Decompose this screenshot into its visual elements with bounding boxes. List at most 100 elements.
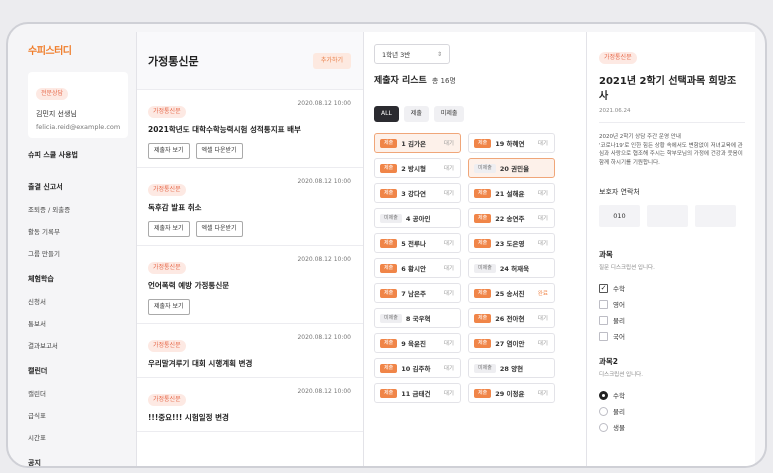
submitter-card[interactable]: 제출 19 하혜연 대기 <box>468 133 555 153</box>
submitter-name: 19 하혜연 <box>495 140 525 148</box>
checkbox-option[interactable]: 영어 <box>599 296 745 312</box>
letter-item[interactable]: 가정통신문 2020.08.12 10:00 언어폭력 예방 가정통신문 제출자 보기 <box>137 246 363 324</box>
checkbox-icon[interactable] <box>599 331 608 341</box>
submitter-name: 22 송연주 <box>495 215 525 223</box>
submitter-card[interactable]: 제출 6 황시안 대기 <box>374 258 461 278</box>
submitter-card[interactable]: 제출 22 송연주 대기 <box>468 208 555 228</box>
app-window: 수피스터디 전문상담 김민지 선생님 felicia.reid@example.… <box>18 32 755 466</box>
phone-field-1[interactable]: 010 <box>599 205 640 227</box>
submitter-card[interactable]: 미제출 20 권민율 <box>468 158 555 178</box>
letter-title: 2021학년도 대학수학능력시험 성적통지표 배부 <box>148 125 301 134</box>
submitter-card[interactable]: 제출 29 이정윤 대기 <box>468 383 555 403</box>
letter-item[interactable]: 가정통신문 2020.08.12 10:00 2021학년도 대학수학능력시험 성적… <box>137 90 363 168</box>
submitter-name: 21 설해윤 <box>495 190 525 198</box>
submitter-card[interactable]: 미제출 8 국우혁 <box>374 308 461 328</box>
nav-group-header[interactable]: 캘린더 <box>28 366 128 376</box>
submitter-name: 20 권민율 <box>499 165 530 173</box>
class-select[interactable]: 1학년 3반 ⇕ <box>374 44 450 64</box>
letter-date: 2020.08.12 10:00 <box>297 178 351 185</box>
submitter-card[interactable]: 제출 11 금태건 대기 <box>374 383 461 403</box>
app-logo[interactable]: 수피스터디 <box>28 42 128 57</box>
checkbox-icon[interactable] <box>599 299 608 309</box>
radio-option[interactable]: 수학 <box>599 387 745 403</box>
excel-download-button[interactable]: 엑셀 다운받기 <box>195 143 243 159</box>
view-submitters-button[interactable]: 제출자 보기 <box>148 221 190 237</box>
checkbox-option[interactable]: ✓ 수학 <box>599 280 745 296</box>
submission-tag: 제출 <box>380 188 398 198</box>
submitter-card[interactable]: 제출 2 방시형 대기 <box>374 158 461 178</box>
submitter-card[interactable]: 제출 1 김가은 대기 <box>374 133 461 153</box>
option-label: 물리 <box>613 317 625 325</box>
view-submitters-button[interactable]: 제출자 보기 <box>148 143 190 159</box>
submission-status: 대기 <box>537 191 548 197</box>
phone-label: 보호자 연락처 <box>599 188 640 196</box>
filter-not-submitted[interactable]: 미제출 <box>433 106 465 122</box>
excel-download-button[interactable]: 엑셀 다운받기 <box>195 221 243 237</box>
letter-tag: 가정통신문 <box>148 394 186 406</box>
checkbox-checked-icon[interactable]: ✓ <box>599 283 608 293</box>
sidebar-item[interactable]: 결과보고서 <box>28 340 128 350</box>
radio-icon[interactable] <box>599 406 608 416</box>
letter-item[interactable]: 가정통신문 2020.08.12 10:00 독후감 발표 취소 제출자 보기 엑셀 다… <box>137 168 363 246</box>
submitter-name: 3 강다연 <box>401 190 426 198</box>
sidebar-item[interactable]: 조퇴증 / 외출증 <box>28 204 128 214</box>
sidebar: 수피스터디 전문상담 김민지 선생님 felicia.reid@example.… <box>18 32 137 466</box>
letter-item[interactable]: 가정통신문 2020.08.12 10:00 !!!중요!!! 시험일정 변경 <box>137 378 363 432</box>
sidebar-item[interactable]: 캘린더 <box>28 388 128 398</box>
radio-selected-icon[interactable] <box>599 390 608 400</box>
submission-status: 대기 <box>537 316 548 322</box>
submitter-card[interactable]: 제출 27 염이안 대기 <box>468 333 555 353</box>
filter-submitted[interactable]: 제출 <box>403 106 429 122</box>
letter-tag: 가정통신문 <box>148 262 186 274</box>
radio-option[interactable]: 물리 <box>599 403 745 419</box>
nav-group-header[interactable]: 체험학습 <box>28 274 128 284</box>
submission-tag: 제출 <box>474 188 492 198</box>
submission-status: 대기 <box>443 166 454 172</box>
submitter-card[interactable]: 제출 9 육윤진 대기 <box>374 333 461 353</box>
submission-tag: 제출 <box>474 388 492 398</box>
nav-groups: 출결 신고서조퇴증 / 외출증활동 기록부그룹 만들기체험학습신청서통보서결과보… <box>28 182 128 466</box>
submitter-card[interactable]: 제출 26 전아현 대기 <box>468 308 555 328</box>
submission-tag: 미제출 <box>380 313 402 323</box>
view-submitters-button[interactable]: 제출자 보기 <box>148 299 190 315</box>
checkbox-option[interactable]: 물리 <box>599 312 745 328</box>
submitter-card[interactable]: 제출 25 송서진 완료 <box>468 283 555 303</box>
survey-body: 2020년 2학기 상담 주간 운영 안내 '코로나19'로 인한 힘든 상황 … <box>599 133 745 167</box>
option-label: 물리 <box>613 408 625 416</box>
checkbox-option[interactable]: 국어 <box>599 328 745 344</box>
sidebar-item[interactable]: 신청서 <box>28 296 128 306</box>
filter-all[interactable]: ALL <box>374 106 399 122</box>
option-label: 수학 <box>613 285 625 293</box>
sidebar-item[interactable]: 그룹 만들기 <box>28 248 128 258</box>
sidebar-item[interactable]: 시간표 <box>28 432 128 442</box>
survey-date: 2021.06.24 <box>599 108 631 114</box>
nav-group-header[interactable]: 출결 신고서 <box>28 182 128 192</box>
submission-tag: 제출 <box>380 363 398 373</box>
sidebar-item[interactable]: 통보서 <box>28 318 128 328</box>
submitter-card[interactable]: 제출 10 김주하 대기 <box>374 358 461 378</box>
submitter-card[interactable]: 미제출 24 허재욱 <box>468 258 555 278</box>
letter-tag: 가정통신문 <box>148 340 186 352</box>
submission-status: 대기 <box>443 291 454 297</box>
submitter-card[interactable]: 제출 3 강다연 대기 <box>374 183 461 203</box>
sidebar-item[interactable]: 활동 기록부 <box>28 226 128 236</box>
nav-group-header[interactable]: 공지 <box>28 458 128 466</box>
radio-icon[interactable] <box>599 422 608 432</box>
submitter-card[interactable]: 미제출 4 공아인 <box>374 208 461 228</box>
submitter-card[interactable]: 제출 5 전루나 대기 <box>374 233 461 253</box>
submitter-card[interactable]: 제출 21 설해윤 대기 <box>468 183 555 203</box>
letter-item[interactable]: 가정통신문 2020.08.12 10:00 우리말겨루기 대회 시행계획 변경 <box>137 324 363 378</box>
nav-usage[interactable]: 슈피 스쿨 사용법 <box>28 150 128 160</box>
radio-option[interactable]: 생물 <box>599 419 745 435</box>
survey-body-line: 2020년 2학기 상담 주간 운영 안내 <box>599 134 681 140</box>
phone-field-2[interactable] <box>647 205 688 227</box>
submitter-card[interactable]: 제출 23 도은영 대기 <box>468 233 555 253</box>
submitter-card[interactable]: 제출 7 남은주 대기 <box>374 283 461 303</box>
submission-tag: 제출 <box>380 238 398 248</box>
submitter-card[interactable]: 미제출 28 양현 <box>468 358 555 378</box>
submission-tag: 제출 <box>474 213 492 223</box>
checkbox-icon[interactable] <box>599 315 608 325</box>
sidebar-item[interactable]: 급식표 <box>28 410 128 420</box>
phone-field-3[interactable] <box>695 205 736 227</box>
add-button[interactable]: 추가하기 <box>312 52 351 69</box>
